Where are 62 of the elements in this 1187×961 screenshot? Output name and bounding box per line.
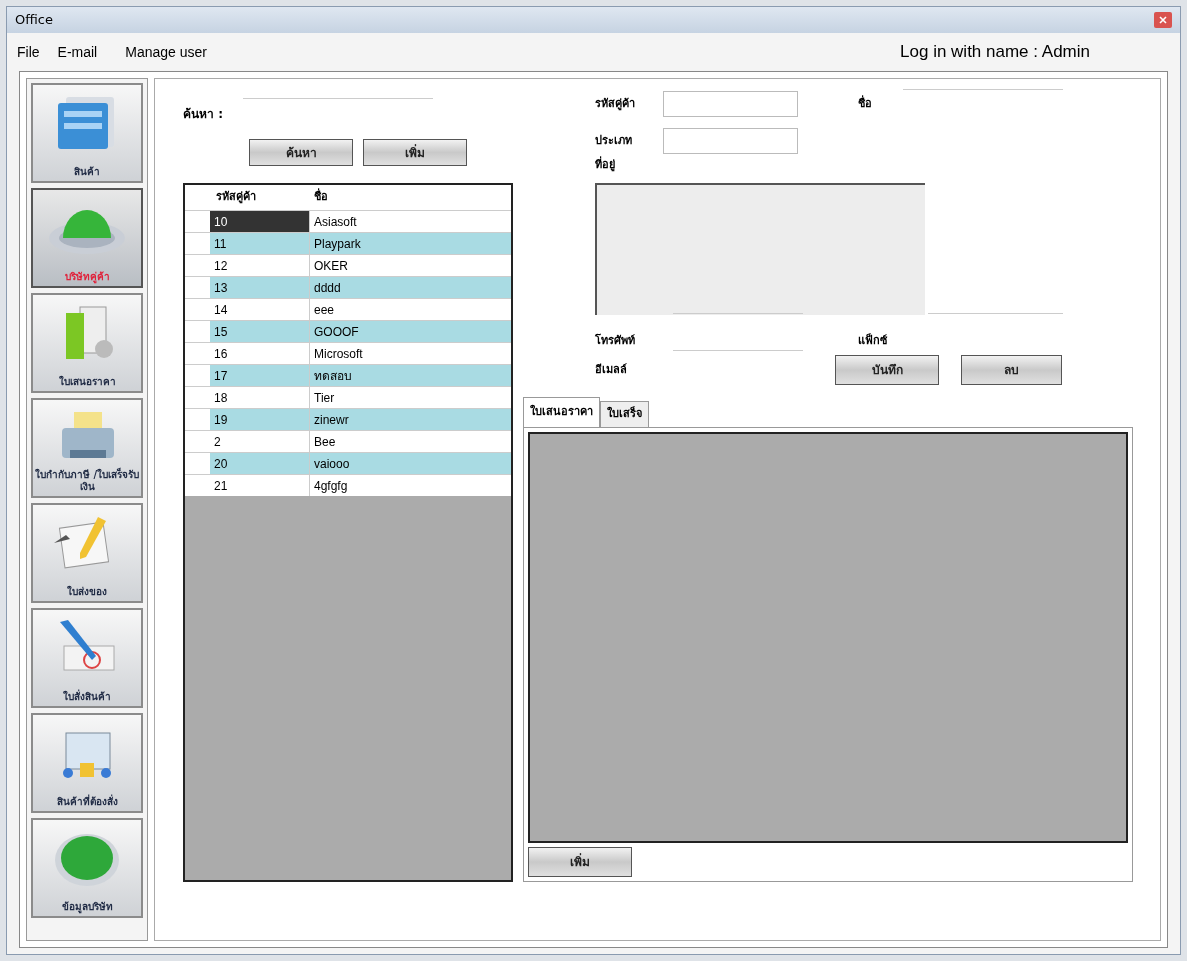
sidebar-button[interactable]: ใบสั่งสินค้า [31,608,143,708]
login-status: Log in with name : Admin [900,41,1090,64]
table-cell-text: zinewr [313,412,350,429]
field-label: รหัสคู่ค้า [595,95,636,113]
table-cell: 10 [210,211,310,232]
code-field[interactable] [663,91,798,117]
table-cell-text: Tier [313,390,336,407]
menu-item[interactable]: E-mail [57,41,98,63]
add-button[interactable]: เพิ่ม [528,847,632,877]
table-row[interactable]: 10 Asiasoft [185,210,511,232]
field-label: ชื่อ [858,95,873,112]
table-cell-text: ทดสอบ [313,368,353,385]
sidebar-button[interactable]: ใบกำกับภาษี /ใบเสร็จรับเงิน [31,398,143,498]
sidebar-button[interactable]: ใบส่งของ [31,503,143,603]
search-label: ค้นหา : [183,106,223,123]
search-panel-button[interactable]: ค้นหา [249,139,353,166]
tab[interactable]: ใบเสนอราคา [523,397,600,427]
sidebar-button[interactable]: ข้อมูลบริษัท [31,818,143,918]
sidebar-button[interactable]: สินค้าที่ต้องสั่ง [31,713,143,813]
column-header[interactable]: รหัสคู่ค้า [210,189,310,206]
table-row[interactable]: 16 Microsoft [185,342,511,364]
table-row[interactable]: 2 Bee [185,430,511,452]
table-cell-text: Asiasoft [313,214,358,231]
table-cell-text: dddd [313,280,342,297]
close-icon [1159,16,1167,24]
field-label: ที่อยู่ [595,157,616,174]
search-panel-button[interactable]: เพิ่ม [363,139,467,166]
table-cell-text: Bee [313,434,337,451]
delete-button[interactable]: ลบ [961,355,1062,385]
tab[interactable]: ใบเสร็จ [600,401,649,427]
table-row[interactable]: 11 Playpark [185,232,511,254]
table-row[interactable]: 14 eee [185,298,511,320]
menu-item[interactable]: File [17,41,40,63]
table-cell: 21 [210,475,310,496]
field-label: โทรศัพท์ [595,332,636,349]
table-cell-text: vaiooo [313,456,351,473]
menu-item[interactable]: Manage user [125,41,207,63]
table-cell-text: eee [313,302,336,319]
table-row[interactable]: 15 GOOOF [185,320,511,342]
field-label: ประเภท [595,132,633,149]
table-row[interactable]: 21 4gfgfg [185,474,511,496]
sidebar-button[interactable]: ใบเสนอราคา [31,293,143,393]
window-title: Office [15,11,53,30]
sidebar-button[interactable]: สินค้า [31,83,143,183]
table-row[interactable]: 19 zinewr [185,408,511,430]
table-row[interactable]: 18 Tier [185,386,511,408]
table-cell-text: Microsoft [313,346,364,363]
table-cell-text: Playpark [313,236,362,253]
column-header[interactable]: ชื่อ [310,189,511,206]
field-label: อีเมลล์ [595,361,628,378]
save-button[interactable]: บันทึก [835,355,939,385]
close-button[interactable] [1154,12,1172,28]
table-cell-text: OKER [313,258,349,275]
table-row[interactable]: 12 OKER [185,254,511,276]
field-label: แฟ็กซ์ [858,332,888,349]
table-row[interactable]: 17 ทดสอบ [185,364,511,386]
table-cell-text: 4gfgfg [313,478,349,495]
table-row[interactable]: 13 dddd [185,276,511,298]
type-field[interactable] [663,128,798,154]
table-row[interactable]: 20 vaiooo [185,452,511,474]
table-cell-text: GOOOF [313,324,360,341]
address-field[interactable] [595,183,925,315]
